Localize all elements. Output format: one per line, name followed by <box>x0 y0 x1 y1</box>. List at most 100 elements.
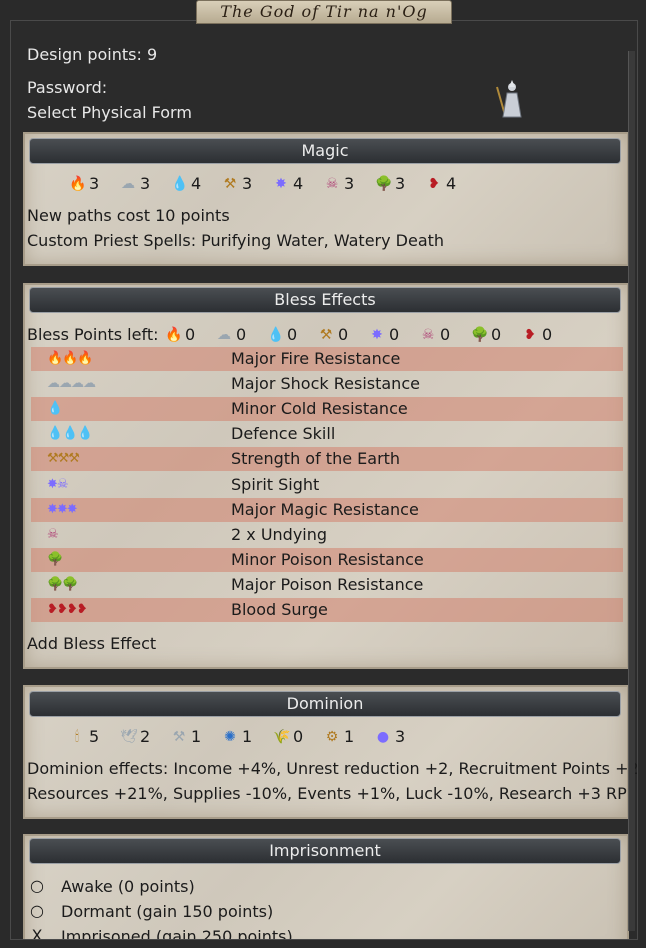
nature-icon: 🌳 <box>471 326 489 343</box>
magic-path-air: ☁ 3 <box>120 174 150 193</box>
imprisonment-option-label[interactable]: Imprisoned (gain 250 points) <box>61 927 293 939</box>
air-icon: ☁ <box>121 175 135 192</box>
dominion-scale-value: 1 <box>344 727 355 746</box>
dominion-scale-tools: ⚙ 1 <box>324 727 354 746</box>
dominion-scale-value: 2 <box>140 727 151 746</box>
water-icon: 💧 <box>267 326 285 343</box>
dominion-header: Dominion <box>29 691 621 717</box>
bless-points-blood: ❥ 0 <box>522 325 552 344</box>
dominion-scale-value: 3 <box>395 727 406 746</box>
bless-effect-label: Spirit Sight <box>231 474 320 494</box>
magic-path-blood: ❥ 4 <box>426 174 456 193</box>
air-icon: ☁☁☁☁ <box>47 376 96 392</box>
imprisonment-radio[interactable]: ○ <box>29 901 45 921</box>
bless-effect-row[interactable]: ⚒⚒⚒ Strength of the Earth <box>31 447 623 472</box>
bless-effect-label: Major Shock Resistance <box>231 374 420 394</box>
magic-path-value: 4 <box>293 174 304 193</box>
wheat-icon: 🌾 <box>273 728 291 745</box>
bless-points-left-label: Bless Points left: <box>27 325 159 344</box>
bless-effect-row[interactable]: 🌳🌳 Major Poison Resistance <box>31 573 623 597</box>
magic-path-value: 3 <box>140 174 151 193</box>
imprisonment-radio[interactable]: X <box>29 926 45 939</box>
bless-effect-row[interactable]: 🔥🔥🔥 Major Fire Resistance <box>31 347 623 371</box>
magic-path-earth: ⚒ 3 <box>222 174 252 193</box>
candle-icon: 🕯 <box>75 728 79 745</box>
blood-icon: ❥ <box>428 175 440 192</box>
bless-effect-row[interactable]: 💧💧💧 Defence Skill <box>31 422 623 446</box>
tools-icon: ⚙ <box>325 728 339 745</box>
nature-icon: 🌳 <box>375 175 393 192</box>
orb-icon: ● <box>376 728 390 745</box>
hammer-icon: ⚒ <box>172 728 186 745</box>
custom-priest-spells[interactable]: Custom Priest Spells: Purifying Water, W… <box>27 231 444 250</box>
bless-effect-row[interactable]: ✸✸✸ Major Magic Resistance <box>31 497 623 522</box>
fire-icon: 🔥🔥🔥 <box>47 351 94 366</box>
water-icon: 💧 <box>47 401 63 417</box>
astral-icon: ✸ <box>275 175 287 192</box>
scrollbar[interactable] <box>628 51 635 931</box>
select-physical-form-link[interactable]: Select Physical Form <box>27 103 192 122</box>
bless-points-value: 0 <box>440 325 451 344</box>
dominion-scale-bird: 🕊 2 <box>120 727 150 746</box>
content-panel: Design points: 9 Password: Select Physic… <box>10 20 638 940</box>
bless-effect-label: Minor Cold Resistance <box>231 399 408 419</box>
magic-path-value: 3 <box>344 174 355 193</box>
bless-effect-row[interactable]: 🌳 Minor Poison Resistance <box>31 547 623 572</box>
bless-points-water: 💧 0 <box>267 325 297 344</box>
bless-effect-label: Minor Poison Resistance <box>231 549 424 569</box>
bless-panel: Bless Effects Bless Points left: 🔥 0 ☁ 0 💧 0 ⚒… <box>23 283 629 669</box>
add-bless-effect-link[interactable]: Add Bless Effect <box>27 634 156 653</box>
dominion-scale-orb: ● 3 <box>375 727 405 746</box>
bless-header: Bless Effects <box>29 287 621 313</box>
magic-panel: Magic 🔥 3 ☁ 3 💧 4 ⚒ 3 ✸ 4 ☠ 3 🌳 3 ❥ 4 New paths cost 10… <box>23 132 629 266</box>
astral-icon: ✸ <box>371 326 383 343</box>
bless-effect-label: Major Fire Resistance <box>231 349 401 368</box>
pretender-figure-icon[interactable] <box>491 79 531 121</box>
starburst-icon: ✺ <box>224 728 236 745</box>
astral-icon: ✸☠ <box>47 476 69 492</box>
bless-points-death: ☠ 0 <box>420 325 450 344</box>
bless-effect-label: Strength of the Earth <box>231 449 401 469</box>
earth-icon: ⚒ <box>223 175 237 192</box>
imprisonment-option-label[interactable]: Dormant (gain 150 points) <box>61 902 273 921</box>
magic-path-value: 3 <box>89 174 100 193</box>
password-label[interactable]: Password: <box>27 78 107 97</box>
bless-points-value: 0 <box>542 325 553 344</box>
death-icon: ☠ <box>47 526 59 542</box>
dominion-effects-line-1: Dominion effects: Income +4%, Unrest red… <box>27 759 638 778</box>
dominion-scale-value: 1 <box>242 727 253 746</box>
bless-points-earth: ⚒ 0 <box>318 325 348 344</box>
bless-points-nature: 🌳 0 <box>471 325 501 344</box>
imprisonment-radio[interactable]: ○ <box>29 876 45 896</box>
dominion-scale-value: 1 <box>191 727 202 746</box>
magic-path-death: ☠ 3 <box>324 174 354 193</box>
new-paths-cost: New paths cost 10 points <box>27 206 230 225</box>
magic-path-astral: ✸ 4 <box>273 174 303 193</box>
bless-effect-row[interactable]: ☠ 2 x Undying <box>31 523 623 547</box>
imprisonment-option-label[interactable]: Awake (0 points) <box>61 877 195 896</box>
bless-effect-label: Major Magic Resistance <box>231 499 419 519</box>
dominion-scale-starburst: ✺ 1 <box>222 727 252 746</box>
magic-path-value: 4 <box>191 174 202 193</box>
death-icon: ☠ <box>421 326 435 343</box>
dominion-panel: Dominion 🕯 5 🕊 2 ⚒ 1 ✺ 1 🌾 0 ⚙ 1 ● 3 Dominion effects… <box>23 685 637 819</box>
game-window: Design points: 9 Password: Select Physic… <box>0 0 646 948</box>
astral-icon: ✸✸✸ <box>47 501 78 517</box>
bless-points-value: 0 <box>389 325 400 344</box>
earth-icon: ⚒ <box>319 326 333 343</box>
dominion-scale-value: 0 <box>293 727 304 746</box>
design-points: Design points: 9 <box>27 45 158 64</box>
bless-points-value: 0 <box>185 325 196 344</box>
bless-points-astral: ✸ 0 <box>369 325 399 344</box>
bless-effect-row[interactable]: 💧 Minor Cold Resistance <box>31 397 623 422</box>
nature-icon: 🌳 <box>47 551 63 567</box>
dominion-scale-candle: 🕯 5 <box>69 727 99 746</box>
magic-path-value: 3 <box>242 174 253 193</box>
bless-points-air: ☁ 0 <box>216 325 246 344</box>
bless-effect-row[interactable]: ☁☁☁☁ Major Shock Resistance <box>31 372 623 396</box>
bless-points-fire: 🔥 0 <box>165 325 195 344</box>
bless-effect-row[interactable]: ❥❥❥❥ Blood Surge <box>31 598 623 622</box>
bless-effect-row[interactable]: ✸☠ Spirit Sight <box>31 473 623 497</box>
dominion-scale-wheat: 🌾 0 <box>273 727 303 746</box>
bless-points-value: 0 <box>236 325 247 344</box>
